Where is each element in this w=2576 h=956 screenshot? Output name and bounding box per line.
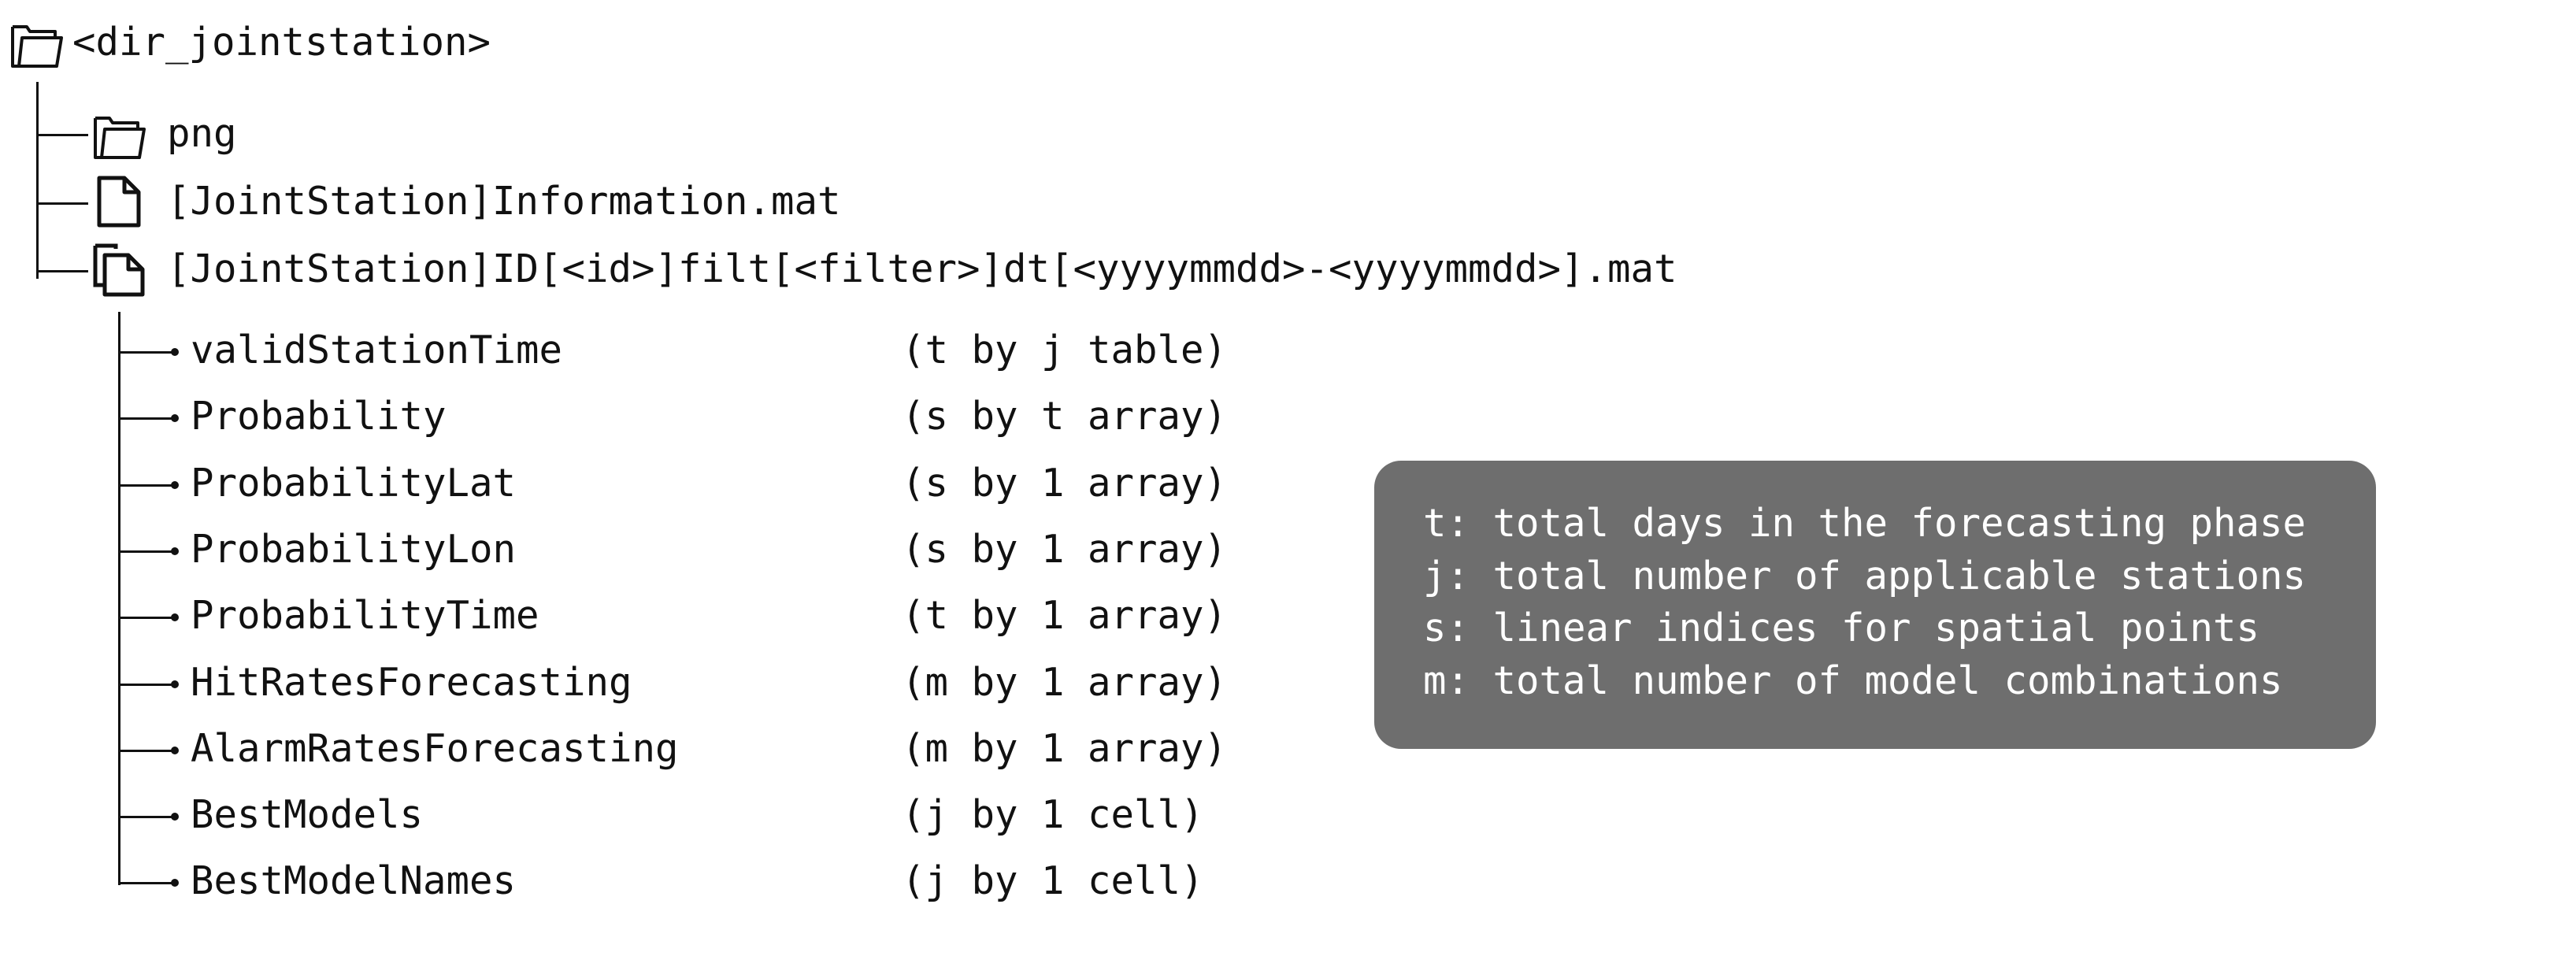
legend-line: t: total days in the forecasting phase (1423, 501, 2307, 546)
field-branch (118, 816, 175, 818)
tree-connector (36, 82, 39, 279)
field-name[interactable]: validStationTime (191, 327, 562, 374)
field-bullet (171, 879, 179, 887)
tree-branch (36, 270, 88, 272)
field-bullet (171, 348, 179, 356)
tree-item-png[interactable]: png (167, 110, 237, 157)
field-bullet (171, 547, 179, 555)
field-shape: (j by 1 cell) (902, 858, 1204, 903)
field-shape: (t by 1 array) (902, 593, 1228, 638)
root-folder-label[interactable]: <dir_jointstation> (72, 19, 491, 66)
field-branch (118, 684, 175, 686)
field-name[interactable]: ProbabilityLat (191, 460, 516, 507)
field-shape: (m by 1 array) (902, 726, 1228, 771)
field-branch (118, 351, 175, 354)
field-shape: (j by 1 cell) (902, 792, 1204, 837)
field-name[interactable]: Probability (191, 393, 447, 440)
field-shape: (s by 1 array) (902, 527, 1228, 572)
field-name[interactable]: HitRatesForecasting (191, 659, 632, 706)
field-bullet (171, 481, 179, 489)
field-bullet (171, 747, 179, 754)
field-shape: (m by 1 array) (902, 660, 1228, 705)
folder-open-icon (94, 117, 146, 159)
field-branch (118, 750, 175, 752)
field-shape: (t by j table) (902, 328, 1228, 372)
folder-open-icon (11, 25, 63, 68)
field-name[interactable]: ProbabilityLon (191, 526, 516, 573)
files-stack-icon (93, 243, 145, 297)
field-shape: (s by 1 array) (902, 461, 1228, 506)
field-name[interactable]: BestModelNames (191, 858, 516, 905)
field-bullet (171, 613, 179, 621)
field-branch (118, 550, 175, 553)
legend-line: j: total number of applicable stations (1423, 554, 2307, 598)
field-name[interactable]: ProbabilityTime (191, 592, 539, 639)
field-branch (118, 417, 175, 420)
field-bullet (171, 680, 179, 688)
field-shape: (s by t array) (902, 394, 1228, 439)
field-bullet (171, 813, 179, 821)
field-name[interactable]: BestModels (191, 791, 423, 839)
tree-branch (36, 202, 88, 205)
field-connector (118, 312, 120, 885)
field-branch (118, 882, 175, 884)
field-branch (118, 617, 175, 619)
legend-line: m: total number of model combinations (1423, 658, 2283, 703)
legend-line: s: linear indices for spatial points (1423, 606, 2260, 650)
legend-box: t: total days in the forecasting phase j… (1374, 461, 2376, 749)
field-branch (118, 484, 175, 487)
field-name[interactable]: AlarmRatesForecasting (191, 725, 679, 773)
tree-branch (36, 134, 88, 136)
file-icon (97, 176, 141, 228)
tree-item-id-mat[interactable]: [JointStation]ID[<id>]filt[<filter>]dt[<… (167, 246, 1677, 293)
tree-item-information-mat[interactable]: [JointStation]Information.mat (167, 178, 841, 225)
field-bullet (171, 414, 179, 422)
